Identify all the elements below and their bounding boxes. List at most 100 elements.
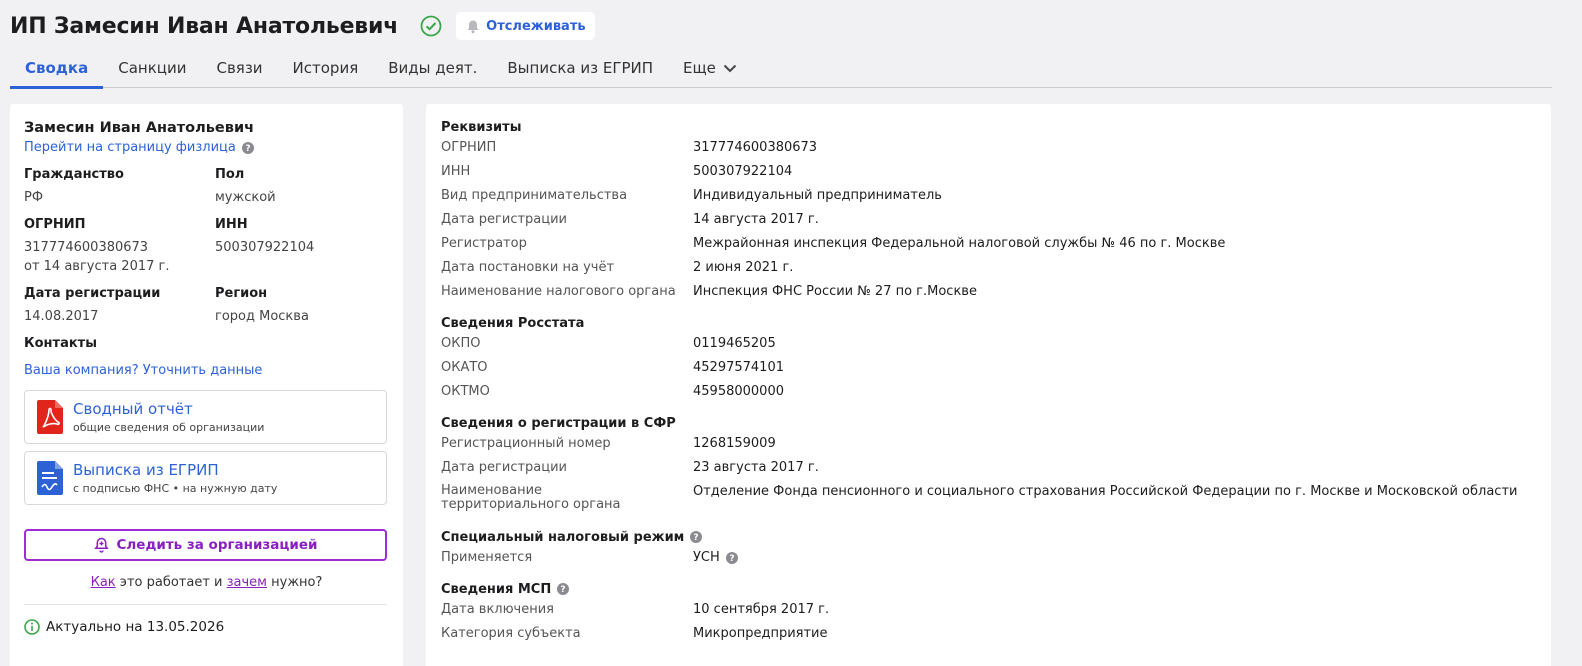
row-value: Микропредприятие: [693, 626, 828, 641]
tab-more[interactable]: Еще: [668, 48, 752, 88]
egrip-extract-title: Выписка из ЕГРИП: [73, 461, 219, 479]
row-value: 14 августа 2017 г.: [693, 212, 819, 227]
info-icon: [24, 619, 40, 635]
region-label: Регион: [215, 286, 268, 301]
row-key: Категория субъекта: [441, 626, 581, 641]
actuality-text: Актуально на 13.05.2026: [46, 619, 225, 635]
requisites-panel: Реквизиты ОГРНИП 317774600380673 ИНН 50030…: [426, 104, 1551, 666]
how-link[interactable]: Как: [91, 575, 116, 590]
ogrnip-value: 317774600380673: [24, 240, 149, 255]
track-button[interactable]: Отслеживать: [456, 12, 595, 40]
egrip-extract-sub: с подписью ФНС • на нужную дату: [73, 482, 278, 495]
tab-links[interactable]: Связи: [201, 48, 277, 88]
section-title: Сведения о регистрации в СФР: [441, 415, 676, 431]
svg-text:?: ?: [729, 554, 734, 564]
inn-value: 500307922104: [215, 240, 315, 255]
row-value: Межрайонная инспекция Федеральной налого…: [693, 236, 1226, 251]
row-value: 0119465205: [693, 336, 776, 351]
row-key: Дата регистрации: [441, 212, 568, 227]
regdate-value: 14.08.2017: [24, 309, 99, 324]
row-key: Регистрационный номер: [441, 436, 611, 451]
row-key: Наименование территориального органа: [441, 483, 621, 512]
row-value: Индивидуальный предприниматель: [693, 188, 942, 203]
bell-plus-icon: [93, 537, 109, 553]
pdf-icon: [37, 400, 63, 434]
how-it-works-text: Как это работает и зачем нужно?: [24, 575, 389, 590]
section-tax-regime: Специальный налоговый режим ? Применяетс…: [441, 528, 1551, 566]
regdate-label: Дата регистрации: [24, 286, 161, 301]
row-value: 500307922104: [693, 164, 793, 179]
divider: [24, 604, 387, 605]
header: ИП Замесин Иван Анатольевич Отслеживать: [10, 10, 595, 42]
section-title-row: Сведения МСП ?: [441, 580, 1551, 598]
page-title: ИП Замесин Иван Анатольевич: [10, 13, 399, 39]
sex-label: Пол: [215, 167, 245, 182]
row-key: Вид предпринимательства: [441, 188, 628, 203]
row-key: Дата регистрации: [441, 460, 568, 475]
howto-text: это работает и: [115, 575, 227, 590]
row-key: ИНН: [441, 164, 471, 179]
tab-label: Связи: [216, 59, 263, 77]
section-requisites: Реквизиты ОГРНИП 317774600380673 ИНН 50030…: [441, 118, 1551, 300]
summary-card: Замесин Иван Анатольевич Перейти на стра…: [10, 104, 403, 666]
verified-check-icon: [420, 15, 442, 37]
follow-organization-label: Следить за организацией: [116, 537, 318, 553]
citizenship-value: РФ: [24, 190, 44, 205]
row-value: УСН: [693, 550, 720, 565]
claim-company-link[interactable]: Ваша компания? Уточнить данные: [24, 363, 262, 378]
person-name: Замесин Иван Анатольевич: [24, 120, 255, 136]
chevron-down-icon: [723, 64, 737, 73]
tab-label: Сводка: [25, 59, 89, 77]
page: ИП Замесин Иван Анатольевич Отслеживать …: [0, 0, 1582, 666]
person-page-link[interactable]: Перейти на страницу физлица: [24, 140, 236, 155]
row-value: 2 июня 2021 г.: [693, 260, 794, 275]
tab-label: Санкции: [118, 59, 187, 77]
section-title: Реквизиты: [441, 119, 522, 135]
region-value: город Москва: [215, 309, 309, 324]
track-button-label: Отслеживать: [486, 18, 586, 34]
help-icon[interactable]: ?: [557, 583, 570, 595]
ogrnip-date: от 14 августа 2017 г.: [24, 259, 170, 274]
row-key: ОКТМО: [441, 384, 490, 399]
help-icon[interactable]: ?: [690, 531, 703, 543]
summary-report-sub: общие сведения об организации: [73, 421, 265, 434]
row-key: Дата постановки на учёт: [441, 260, 615, 275]
follow-organization-button[interactable]: Следить за организацией: [24, 529, 387, 561]
row-value: Отделение Фонда пенсионного и социальног…: [693, 484, 1518, 499]
row-value: Инспекция ФНС России № 27 по г.Москве: [693, 284, 977, 299]
tab-egrip-extract[interactable]: Выписка из ЕГРИП: [492, 48, 668, 88]
why-link[interactable]: зачем: [227, 575, 267, 590]
help-icon[interactable]: ?: [241, 141, 254, 154]
tab-sanctions[interactable]: Санкции: [103, 48, 201, 88]
svg-text:?: ?: [245, 144, 250, 154]
help-icon[interactable]: ?: [725, 552, 738, 564]
row-key: ОКПО: [441, 336, 481, 351]
tab-label: Виды деят.: [388, 59, 478, 77]
svg-text:?: ?: [561, 585, 566, 595]
details-grid: Гражданство РФ Пол мужской ОГРНИП 317774…: [24, 167, 389, 336]
section-title: Сведения Росстата: [441, 315, 585, 331]
row-key: ОГРНИП: [441, 140, 497, 155]
document-icon: [37, 461, 63, 495]
row-value: 317774600380673: [693, 140, 818, 155]
section-sfr: Сведения о регистрации в СФР Регистрацио…: [441, 414, 1551, 514]
tab-label: Выписка из ЕГРИП: [507, 59, 654, 77]
bell-icon: [466, 19, 480, 34]
tab-activities[interactable]: Виды деят.: [373, 48, 492, 88]
row-key: ОКАТО: [441, 360, 488, 375]
row-key: Применяется: [441, 550, 533, 565]
summary-report-title: Сводный отчёт: [73, 400, 193, 418]
tabs-bar: Сводка Санкции Связи История Виды деят. …: [10, 48, 1552, 89]
tab-history[interactable]: История: [278, 48, 374, 88]
row-value: 1268159009: [693, 436, 776, 451]
egrip-extract-card[interactable]: Выписка из ЕГРИП с подписью ФНС • на нуж…: [24, 451, 387, 505]
summary-report-card[interactable]: Сводный отчёт общие сведения об организа…: [24, 390, 387, 444]
tab-label: Еще: [683, 59, 716, 77]
contacts-label: Контакты: [24, 336, 97, 351]
citizenship-label: Гражданство: [24, 167, 124, 182]
row-value: 10 сентября 2017 г.: [693, 602, 830, 617]
section-title: Специальный налоговый режим: [441, 529, 685, 545]
row-value: 23 августа 2017 г.: [693, 460, 819, 475]
section-msp: Сведения МСП ? Дата включения 10 сентября…: [441, 580, 1551, 642]
tab-summary[interactable]: Сводка: [10, 48, 104, 89]
